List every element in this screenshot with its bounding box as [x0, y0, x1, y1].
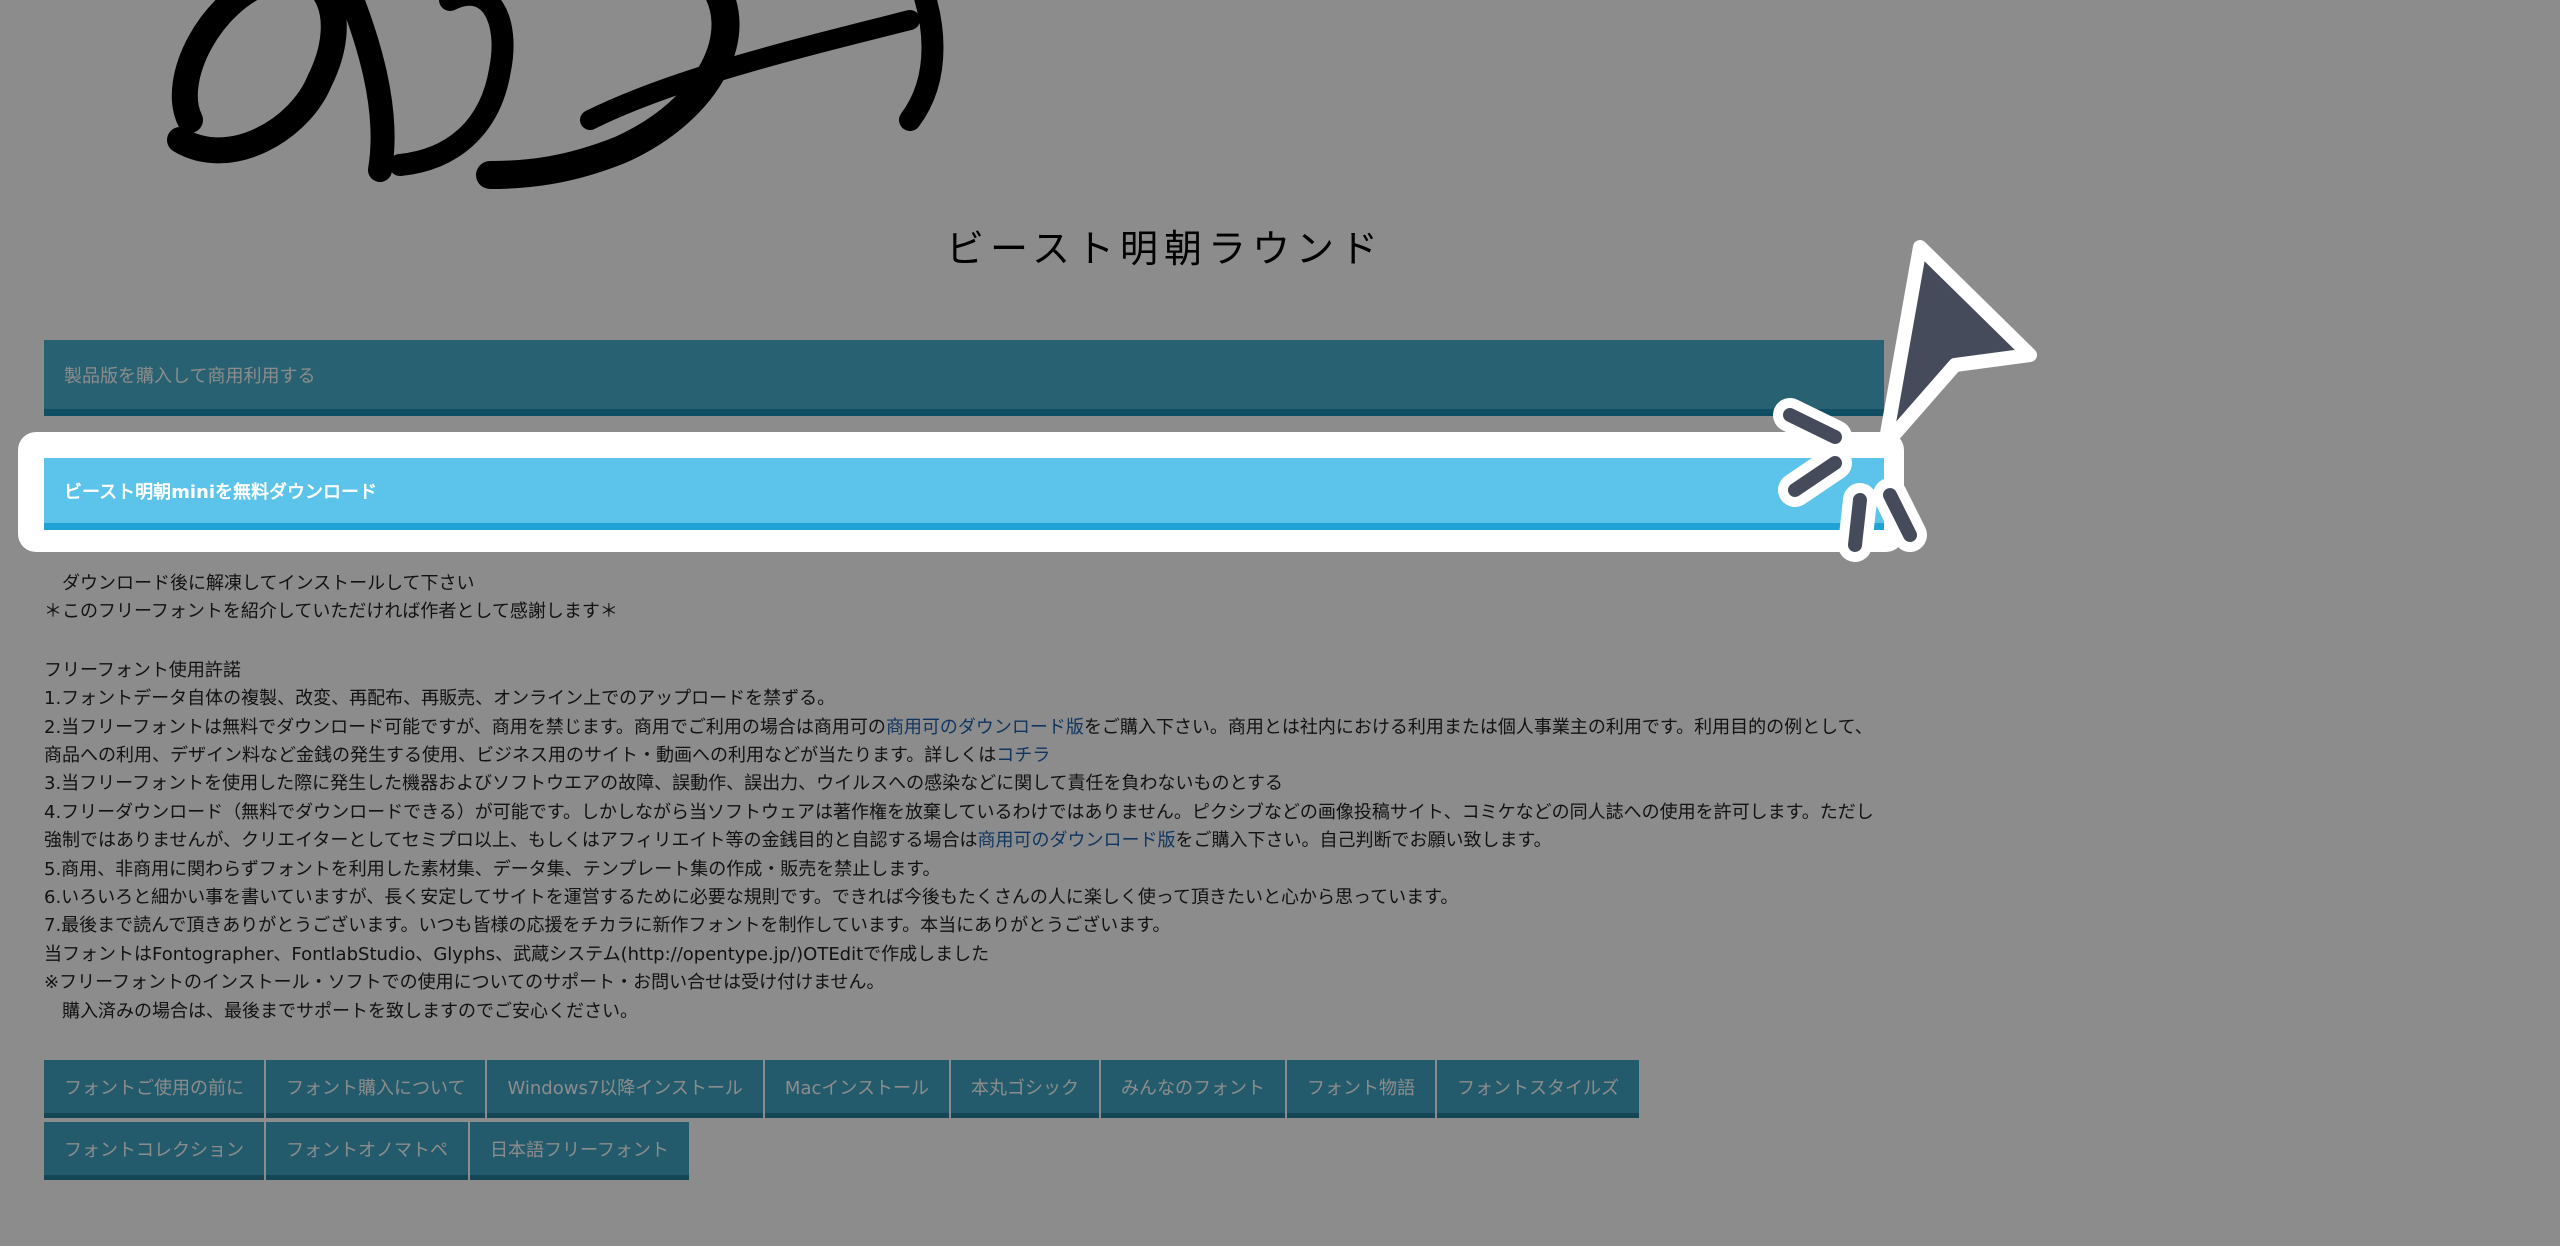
license-item-6: 6.いろいろと細かい事を書いていますが、長く安定してサイトを運営するために必要な… — [44, 887, 1459, 909]
license-item-1: 1.フォントデータ自体の複製、改変、再配布、再販売、オンライン上でのアップロード… — [44, 688, 836, 710]
license-item-4-text: をご購入下さい。自己判断でお願い致します。 — [1175, 830, 1552, 852]
nav-tab-font-story[interactable]: フォント物語 — [1287, 1060, 1436, 1118]
nav-tab-honmaru-gothic[interactable]: 本丸ゴシック — [951, 1060, 1100, 1118]
license-item-4-text: 4.フリーダウンロード（無料でダウンロードできる）が可能です。しかしながら当ソフ… — [44, 801, 1874, 852]
license-item-4: 4.フリーダウンロード（無料でダウンロードできる）が可能です。しかしながら当ソフ… — [44, 799, 1884, 856]
details-link[interactable]: コチラ — [996, 745, 1050, 766]
support-note: ※フリーフォントのインストール・ソフトでの使用についてのサポート・お問い合せは受… — [44, 972, 885, 994]
nav-tab-japanese-free-font[interactable]: 日本語フリーフォント — [470, 1122, 689, 1180]
license-item-2: 2.当フリーフォントは無料でダウンロード可能ですが、商用を禁じます。商用でご利用… — [44, 716, 1873, 767]
commercial-download-link[interactable]: 商用可のダウンロード版 — [886, 717, 1084, 738]
pointer-cursor-icon — [1773, 240, 2037, 562]
license-item-5: 5.商用、非商用に関わらずフォントを利用した素材集、データ集、テンプレート集の作… — [44, 858, 941, 880]
page: ビースト明朝ラウンド 製品版を購入して商用利用する ダウンロード後に解凍してイン… — [0, 0, 2560, 1246]
nav-tab-windows-install[interactable]: Windows7以降インストール — [487, 1060, 763, 1118]
nav-tab-mac-install[interactable]: Macインストール — [764, 1060, 950, 1118]
support-note: 購入済みの場合は、最後までサポートを致しますのでご安心ください。 — [44, 1000, 638, 1022]
notice-line: ダウンロード後に解凍してインストールして下さい — [44, 573, 475, 594]
nav-tab-font-collection[interactable]: フォントコレクション — [44, 1122, 264, 1180]
license-item-7: 7.最後まで読んで頂きありがとうございます。いつも皆様の応援をチカラに新作フォン… — [44, 915, 1171, 937]
nav-tab-font-onomatopoeia[interactable]: フォントオノマトペ — [266, 1122, 468, 1180]
license-item-3: 3.当フリーフォントを使用した際に発生した機器およびソフトウエアの故障、誤動作、… — [44, 773, 1284, 795]
buy-commercial-button[interactable]: 製品版を購入して商用利用する — [44, 340, 1884, 416]
free-download-button[interactable]: ビースト明朝miniを無料ダウンロード — [44, 458, 1884, 530]
license-text: ダウンロード後に解凍してインストールして下さい ＊このフリーフォントを紹介してい… — [44, 570, 1884, 1026]
notice-line: ＊このフリーフォントを紹介していただければ作者として感謝します＊ — [44, 601, 618, 623]
footer-nav: フォントご使用の前に フォント購入について Windows7以降インストール M… — [44, 1060, 1744, 1184]
nav-tab-minna-font[interactable]: みんなのフォント — [1101, 1060, 1286, 1118]
tools-note: 当フォントはFontographer、FontlabStudio、Glyphs、… — [44, 943, 990, 965]
nav-tab-before-use[interactable]: フォントご使用の前に — [44, 1060, 264, 1118]
nav-tab-font-styles[interactable]: フォントスタイルズ — [1437, 1060, 1640, 1118]
calligraphy-glyph-icon — [167, 0, 944, 189]
license-heading: フリーフォント使用許諾 — [44, 659, 241, 681]
commercial-download-link[interactable]: 商用可のダウンロード版 — [977, 830, 1175, 851]
nav-tab-purchase[interactable]: フォント購入について — [266, 1060, 486, 1118]
